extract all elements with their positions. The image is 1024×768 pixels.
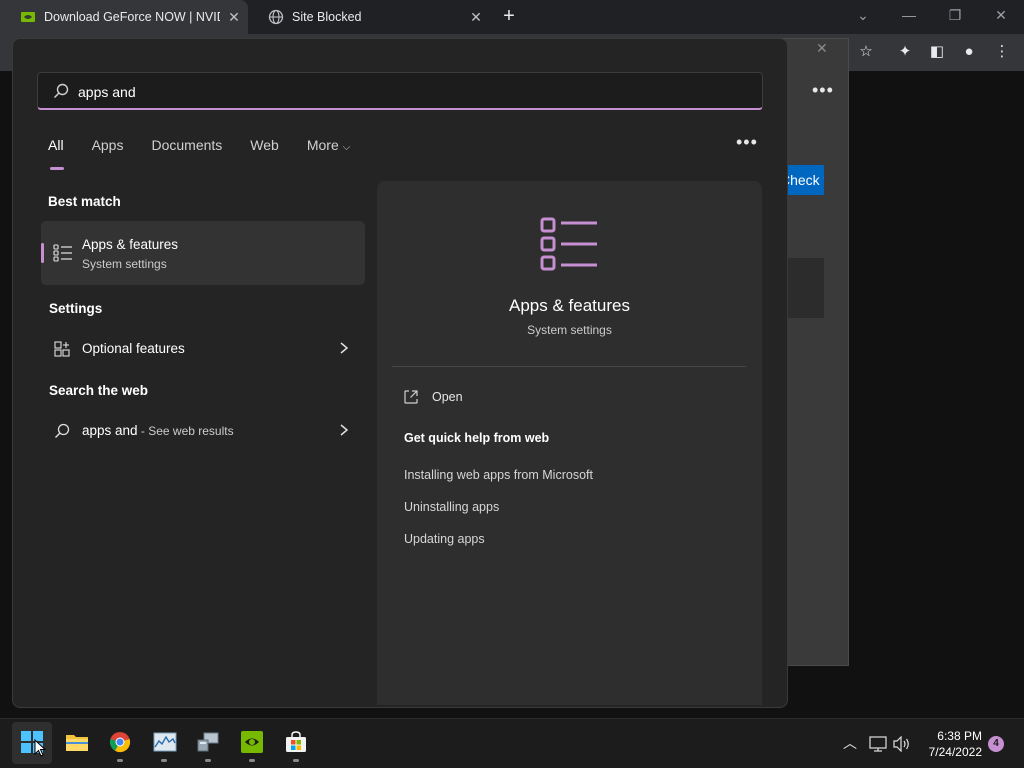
taskbar-computer-management[interactable] — [188, 722, 228, 764]
tab-apps[interactable]: Apps — [84, 134, 132, 162]
help-link-updating[interactable]: Updating apps — [404, 532, 485, 546]
volume-icon[interactable] — [893, 736, 911, 752]
search-input[interactable] — [78, 81, 738, 103]
open-external-icon — [404, 390, 418, 404]
side-panel-icon[interactable]: ◧ — [927, 42, 947, 62]
profile-icon[interactable]: ● — [959, 42, 979, 62]
settings-heading: Settings — [49, 301, 103, 316]
globe-icon — [268, 9, 284, 25]
web-result-label: apps and - See web results — [82, 423, 234, 438]
browser-menu-icon[interactable]: ⋮ — [992, 42, 1012, 62]
list-settings-icon — [53, 244, 72, 262]
list-settings-icon — [540, 217, 597, 271]
tab-documents[interactable]: Documents — [143, 134, 230, 162]
tab-search-chevron-icon[interactable]: ⌄ — [840, 0, 886, 30]
taskbar-chrome[interactable] — [100, 722, 140, 764]
running-indicator — [293, 759, 299, 762]
open-label: Open — [432, 390, 463, 404]
taskbar-resource-monitor[interactable] — [144, 722, 184, 764]
resource-monitor-icon — [153, 732, 177, 752]
selection-accent — [41, 243, 44, 263]
minimize-button[interactable]: — — [886, 0, 932, 30]
search-web-heading: Search the web — [49, 383, 149, 398]
taskbar-file-explorer[interactable] — [56, 722, 96, 764]
tab-all[interactable]: All — [40, 134, 72, 170]
folder-icon — [66, 735, 88, 751]
close-window-button[interactable]: ✕ — [978, 0, 1024, 30]
chrome-icon — [109, 732, 131, 753]
preview-title: Apps & features — [509, 296, 630, 315]
tab-close-icon[interactable]: ✕ — [462, 9, 490, 26]
best-match-subtitle: System settings — [82, 257, 167, 271]
search-icon — [55, 423, 70, 438]
notification-badge[interactable]: 4 — [988, 736, 1004, 752]
computer-management-icon — [197, 732, 219, 752]
chevron-right-icon — [340, 424, 349, 436]
search-box[interactable] — [37, 72, 763, 110]
help-link-uninstalling[interactable]: Uninstalling apps — [404, 500, 499, 514]
running-indicator — [249, 759, 255, 762]
network-icon[interactable] — [869, 736, 887, 752]
extensions-icon[interactable]: ✦ — [895, 42, 915, 62]
bookmark-star-icon[interactable]: ☆ — [856, 42, 876, 62]
grid-plus-icon — [54, 341, 70, 357]
optional-features-label: Optional features — [82, 341, 185, 356]
nvidia-icon — [241, 731, 263, 753]
divider — [392, 366, 746, 367]
show-hidden-icons-chevron-icon[interactable]: ︿ — [843, 733, 857, 753]
tab-title: Download GeForce NOW | NVIDIA — [44, 10, 220, 24]
store-bag-icon — [286, 731, 306, 752]
search-filter-tabs: All Apps Documents Web More ⌵ — [40, 134, 370, 170]
quick-help-heading: Get quick help from web — [404, 431, 550, 445]
browser-tab-geforce[interactable]: Download GeForce NOW | NVIDIA ✕ — [0, 0, 248, 34]
web-result-item[interactable]: apps and - See web results — [41, 414, 365, 448]
running-indicator — [205, 759, 211, 762]
settings-item-optional-features[interactable]: Optional features — [41, 332, 365, 366]
tab-web[interactable]: Web — [242, 134, 287, 162]
clock-time[interactable]: 6:38 PM — [930, 729, 982, 743]
best-match-heading: Best match — [48, 194, 121, 209]
browser-tab-site-blocked[interactable]: Site Blocked ✕ — [248, 0, 490, 34]
best-match-title: Apps & features — [82, 237, 179, 252]
running-indicator — [117, 759, 123, 762]
running-indicator — [161, 759, 167, 762]
start-button[interactable] — [12, 722, 52, 764]
new-tab-button[interactable]: + — [498, 6, 520, 28]
tab-more-label: More — [306, 137, 339, 153]
clock-date[interactable]: 7/24/2022 — [922, 745, 982, 759]
taskbar-microsoft-store[interactable] — [276, 722, 316, 764]
tab-more[interactable]: More ⌵ — [299, 134, 359, 162]
web-result-query: apps and — [82, 423, 138, 438]
preview-subtitle: System settings — [527, 323, 612, 337]
chevron-right-icon — [340, 342, 349, 354]
tab-title: Site Blocked — [292, 10, 362, 24]
search-icon — [53, 83, 69, 99]
help-link-installing[interactable]: Installing web apps from Microsoft — [404, 468, 593, 482]
more-options-icon[interactable]: ••• — [736, 132, 758, 153]
chevron-down-icon: ⌵ — [342, 142, 351, 153]
tab-close-icon[interactable]: ✕ — [220, 9, 248, 26]
nvidia-icon — [21, 12, 35, 22]
dialog-more-icon[interactable]: ••• — [812, 80, 834, 101]
restore-button[interactable]: ❐ — [932, 0, 978, 30]
web-result-suffix: - See web results — [137, 424, 234, 438]
dialog-close-icon[interactable]: ✕ — [816, 40, 828, 57]
mouse-cursor-icon — [34, 739, 46, 757]
best-match-apps-features[interactable]: Apps & features System settings — [41, 221, 365, 285]
taskbar-nvidia[interactable] — [232, 722, 272, 764]
